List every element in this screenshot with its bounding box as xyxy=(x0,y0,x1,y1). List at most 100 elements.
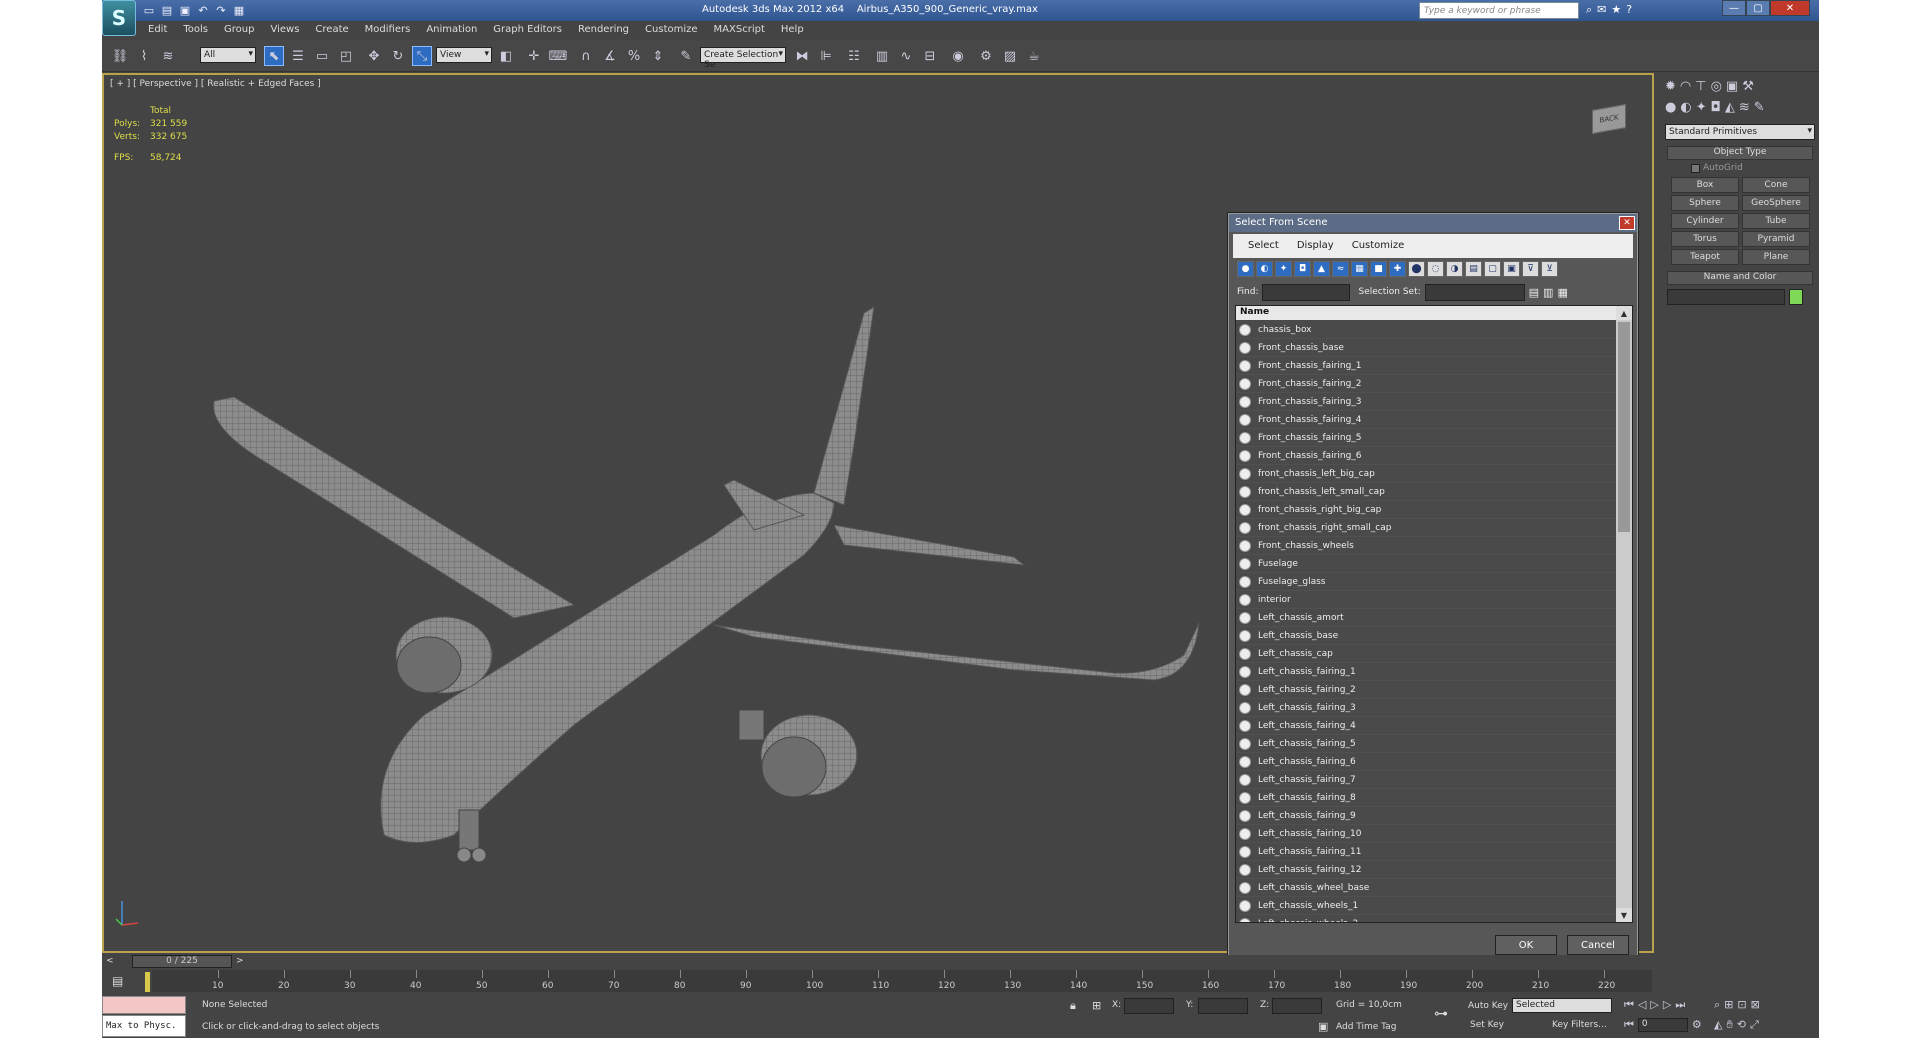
list-item[interactable]: Left_chassis_wheel_base xyxy=(1236,879,1616,897)
list-item[interactable]: Front_chassis_fairing_3 xyxy=(1236,393,1616,411)
current-frame-input[interactable]: 0 xyxy=(1637,1018,1688,1032)
list-item[interactable]: Left_chassis_fairing_6 xyxy=(1236,753,1616,771)
cameras-icon[interactable]: ◘ xyxy=(1711,100,1721,115)
list-item[interactable]: chassis_box xyxy=(1236,321,1616,339)
display-lights-icon[interactable]: ✦ xyxy=(1275,261,1292,277)
spinner-snap-icon[interactable]: ⇕ xyxy=(648,46,668,66)
display-xrefs-icon[interactable]: ■ xyxy=(1370,261,1387,277)
list-item[interactable]: Left_chassis_fairing_7 xyxy=(1236,771,1616,789)
list-item[interactable]: Left_chassis_wheels_1 xyxy=(1236,897,1616,915)
filter-icon[interactable]: ⊽ xyxy=(1522,261,1539,277)
display-tab-icon[interactable]: ▣ xyxy=(1726,79,1738,94)
list-item[interactable]: Front_chassis_wheels xyxy=(1236,537,1616,555)
selection-lock-icon[interactable]: 🔒︎ xyxy=(1070,999,1076,1013)
display-bones-icon[interactable]: ✚ xyxy=(1389,261,1406,277)
bind-space-warp-icon[interactable]: ≋ xyxy=(158,46,178,66)
auto-key-button[interactable]: Auto Key xyxy=(1468,1001,1508,1011)
name-and-color-rollout[interactable]: Name and Color xyxy=(1667,271,1813,285)
list-item[interactable]: Left_chassis_fairing_4 xyxy=(1236,717,1616,735)
scroll-thumb[interactable] xyxy=(1618,322,1630,532)
curve-editor-icon[interactable]: ∿ xyxy=(896,46,916,66)
frame-indicator[interactable] xyxy=(145,972,150,992)
menu-maxscript[interactable]: MAXScript xyxy=(706,22,773,40)
key-filters-button[interactable]: Key Filters... xyxy=(1552,1020,1607,1030)
list-item[interactable]: Front_chassis_fairing_2 xyxy=(1236,375,1616,393)
list-scrollbar[interactable]: ▲ ▼ xyxy=(1616,306,1632,922)
scene-object-list[interactable]: Name chassis_box Front_chassis_base Front_… xyxy=(1235,305,1633,923)
primitive-type-dropdown[interactable]: Standard Primitives xyxy=(1665,124,1815,140)
sphere-button[interactable]: Sphere xyxy=(1671,195,1739,211)
select-none-icon[interactable]: ▢ xyxy=(1484,261,1501,277)
display-geometry-icon[interactable]: ● xyxy=(1237,261,1254,277)
object-name-input[interactable] xyxy=(1667,289,1785,305)
select-manipulate-icon[interactable]: ✛ xyxy=(524,46,544,66)
list-item[interactable]: Left_chassis_fairing_5 xyxy=(1236,735,1616,753)
rotate-icon[interactable]: ↻ xyxy=(388,46,408,66)
select-invert-icon[interactable]: ▣ xyxy=(1503,261,1520,277)
find-input[interactable] xyxy=(1262,283,1351,301)
y-coordinate-input[interactable] xyxy=(1198,998,1248,1014)
teapot-button[interactable]: Teapot xyxy=(1671,249,1739,265)
create-tab-icon[interactable]: ✹ xyxy=(1665,79,1676,94)
zoom-extents-icon[interactable]: ⊡ xyxy=(1737,998,1746,1012)
torus-button[interactable]: Torus xyxy=(1671,231,1739,247)
display-none-icon[interactable]: ◌ xyxy=(1427,261,1444,277)
list-item[interactable]: Front_chassis_fairing_4 xyxy=(1236,411,1616,429)
communication-icon[interactable]: ✉ xyxy=(1597,3,1606,17)
display-spacewarps-icon[interactable]: ≈ xyxy=(1332,261,1349,277)
scale-icon[interactable]: ⤡ xyxy=(412,46,432,66)
unlink-icon[interactable]: ⌇ xyxy=(134,46,154,66)
display-helpers-icon[interactable]: ▲ xyxy=(1313,261,1330,277)
dialog-menu-customize[interactable]: Customize xyxy=(1343,238,1414,254)
mirror-icon[interactable]: ⧓ xyxy=(792,46,812,66)
list-item[interactable]: Left_chassis_fairing_10 xyxy=(1236,825,1616,843)
favorites-icon[interactable]: ★ xyxy=(1611,3,1621,17)
z-coordinate-input[interactable] xyxy=(1272,998,1322,1014)
app-logo-icon[interactable]: S xyxy=(102,0,136,36)
cancel-button[interactable]: Cancel xyxy=(1567,935,1629,955)
dialog-menu-select[interactable]: Select xyxy=(1239,238,1288,254)
geometry-icon[interactable]: ● xyxy=(1665,100,1676,115)
help-icon[interactable]: ? xyxy=(1626,3,1632,17)
list-item[interactable]: Front_chassis_base xyxy=(1236,339,1616,357)
time-slider[interactable]: 0 / 225 xyxy=(132,955,232,968)
modify-tab-icon[interactable]: ◠ xyxy=(1680,79,1691,94)
link-icon[interactable]: ⛓ xyxy=(110,46,130,66)
dialog-title-bar[interactable]: Select From Scene ✕ xyxy=(1229,214,1637,232)
list-item[interactable]: Left_chassis_fairing_3 xyxy=(1236,699,1616,717)
zoom-extents-all-icon[interactable]: ⊠ xyxy=(1751,998,1760,1012)
geosphere-button[interactable]: GeoSphere xyxy=(1742,195,1810,211)
autogrid-checkbox[interactable]: AutoGrid xyxy=(1691,163,1789,173)
list-item[interactable]: Left_chassis_cap xyxy=(1236,645,1616,663)
reference-coordinate-dropdown[interactable]: View xyxy=(436,47,492,63)
render-setup-icon[interactable]: ⚙ xyxy=(976,46,996,66)
field-of-view-icon[interactable]: ◭ xyxy=(1714,1018,1722,1032)
time-slider-right-arrow[interactable]: > xyxy=(236,956,244,966)
absolute-mode-icon[interactable]: ⊞ xyxy=(1092,999,1101,1012)
previous-frame-icon[interactable]: ◁ xyxy=(1638,998,1646,1012)
list-item[interactable]: Fuselage_glass xyxy=(1236,573,1616,591)
dialog-menu-display[interactable]: Display xyxy=(1288,238,1343,254)
undo-icon[interactable]: ↶ xyxy=(196,3,210,17)
pyramid-button[interactable]: Pyramid xyxy=(1742,231,1810,247)
list-item[interactable]: front_chassis_right_small_cap xyxy=(1236,519,1616,537)
save-file-icon[interactable]: ▣ xyxy=(178,3,192,17)
maximize-viewport-icon[interactable]: ⤢ xyxy=(1750,1018,1759,1032)
scroll-up-icon[interactable]: ▲ xyxy=(1616,306,1632,320)
selection-filter-dropdown[interactable]: All xyxy=(200,47,256,63)
redo-icon[interactable]: ↷ xyxy=(214,3,228,17)
snaps-toggle-icon[interactable]: ∩ xyxy=(576,46,596,66)
project-folder-icon[interactable]: ▦ xyxy=(232,3,246,17)
list-item[interactable]: Left_chassis_fairing_9 xyxy=(1236,807,1616,825)
space-warps-icon[interactable]: ≋ xyxy=(1739,100,1750,115)
search-input[interactable]: Type a keyword or phrase xyxy=(1419,2,1579,19)
pan-icon[interactable]: ✋︎ xyxy=(1726,1018,1732,1032)
motion-tab-icon[interactable]: ◎ xyxy=(1711,79,1722,94)
tube-button[interactable]: Tube xyxy=(1742,213,1810,229)
ok-button[interactable]: OK xyxy=(1495,935,1557,955)
material-editor-icon[interactable]: ◉ xyxy=(948,46,968,66)
list-item[interactable]: interior xyxy=(1236,591,1616,609)
percent-snap-icon[interactable]: % xyxy=(624,46,644,66)
frame-track[interactable]: 10 20 30 40 50 60 70 80 90 100 110 120 130 140 150 160 1… xyxy=(152,970,1652,992)
time-configuration-icon[interactable]: ⚙ xyxy=(1692,1018,1702,1032)
